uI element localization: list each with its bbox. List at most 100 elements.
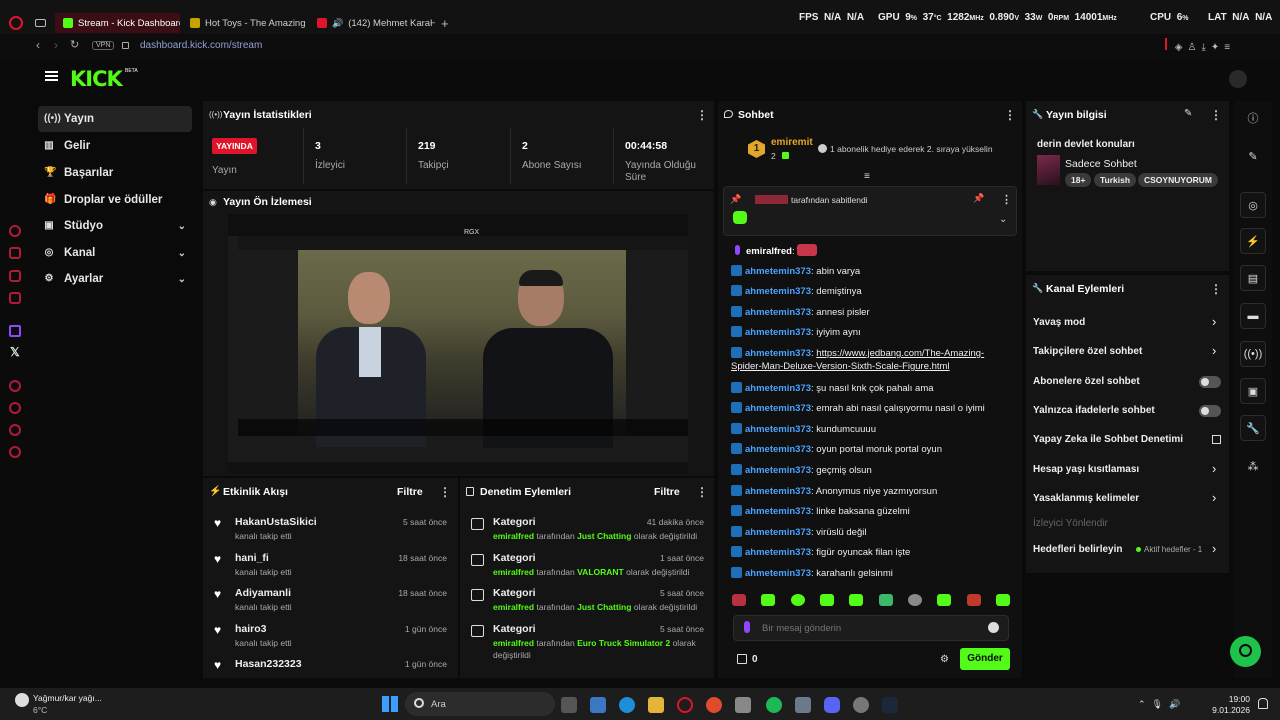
nav-item-6[interactable]: ⚙ Ayarlar ⌄ bbox=[38, 266, 192, 292]
chat-username[interactable]: emiralfred bbox=[746, 246, 792, 257]
tab-kick-dashboard[interactable]: Stream - Kick Dashboard bbox=[55, 13, 180, 33]
edge-app-icon-5[interactable] bbox=[9, 380, 21, 392]
tools-icon[interactable]: 🔧 bbox=[1240, 415, 1266, 441]
stream-info-menu-icon[interactable]: ⋮ bbox=[1210, 108, 1222, 122]
channel-action-5[interactable]: Hesap yaşı kısıtlaması bbox=[1033, 464, 1139, 475]
chat-link-continued[interactable]: Spider-Man-Deluxe-Version-Sixth-Scale-Fi… bbox=[731, 361, 950, 372]
lock-icon[interactable] bbox=[122, 42, 129, 49]
channel-actions-menu-icon[interactable]: ⋮ bbox=[1210, 282, 1222, 296]
chat-username[interactable]: ahmetemin373 bbox=[745, 327, 811, 338]
chevron-right-icon[interactable]: › bbox=[1212, 541, 1216, 556]
emote-icon[interactable] bbox=[907, 594, 922, 606]
channel-action-2[interactable]: Abonelere özel sohbet bbox=[1033, 376, 1140, 387]
chat-username[interactable]: ahmetemin373 bbox=[745, 403, 811, 414]
chat-menu-icon[interactable]: ⋮ bbox=[1004, 108, 1016, 122]
edge-app-icon-4[interactable] bbox=[9, 292, 21, 304]
document-icon[interactable]: ▤ bbox=[1240, 265, 1266, 291]
tray-icons[interactable]: ⌃🎙🔊 bbox=[1138, 699, 1186, 710]
channel-action-4[interactable]: Yapay Zeka ile Sohbet Denetimi bbox=[1033, 434, 1183, 445]
nav-item-1[interactable]: ▥ Gelir bbox=[38, 133, 192, 159]
emoji-picker-icon[interactable] bbox=[988, 622, 999, 633]
sidebar-toggle-icon[interactable] bbox=[35, 19, 46, 27]
chat-settings-icon[interactable]: ⚙ bbox=[940, 654, 949, 665]
nav-item-5[interactable]: ◎ Kanal ⌄ bbox=[38, 240, 192, 266]
new-tab-button[interactable]: + bbox=[441, 16, 449, 31]
send-button[interactable]: Gönder bbox=[960, 648, 1010, 670]
emote-icon[interactable] bbox=[995, 594, 1010, 606]
event-filter-button[interactable]: Filtre bbox=[397, 486, 423, 498]
chat-username[interactable]: ahmetemin373 bbox=[745, 383, 811, 394]
chat-bubble-icon[interactable]: ▬ bbox=[1240, 303, 1266, 329]
emote-icon[interactable] bbox=[966, 594, 981, 606]
profile-icon[interactable]: ♙ bbox=[1187, 42, 1201, 53]
moderation-icon[interactable]: ▣ bbox=[1240, 378, 1266, 404]
edge-app-icon-6[interactable] bbox=[9, 424, 21, 436]
browser-logo-icon[interactable] bbox=[9, 16, 23, 30]
channel-action-3[interactable]: Yalnızca ifadelerle sohbet bbox=[1033, 405, 1155, 416]
widgets-icon[interactable] bbox=[590, 697, 606, 713]
emote-icon[interactable] bbox=[937, 594, 952, 606]
settings-icon[interactable] bbox=[9, 446, 21, 458]
emote-icon[interactable] bbox=[761, 594, 776, 606]
pinned-menu-icon[interactable]: ⋮ bbox=[1001, 193, 1012, 206]
chat-username[interactable]: ahmetemin373 bbox=[745, 286, 811, 297]
chat-username[interactable]: ahmetemin373 bbox=[745, 527, 811, 538]
weather-icon[interactable] bbox=[15, 693, 29, 707]
user-avatar[interactable] bbox=[1229, 70, 1247, 88]
chevron-right-icon[interactable]: › bbox=[1212, 314, 1216, 329]
vpn-badge[interactable]: VPN bbox=[92, 41, 115, 50]
chat-username[interactable]: ahmetemin373 bbox=[745, 568, 811, 579]
chevron-down-icon[interactable]: ⌄ bbox=[178, 274, 186, 285]
channel-action-6[interactable]: Yasaklanmış kelimeler bbox=[1033, 493, 1139, 504]
edge-app-icon-2[interactable] bbox=[9, 247, 21, 259]
kick-logo[interactable]: KICK bbox=[70, 67, 123, 91]
top-gifter-name[interactable]: emiremit bbox=[771, 137, 813, 148]
spotify-icon[interactable] bbox=[766, 697, 782, 713]
emote-icon[interactable] bbox=[732, 594, 746, 606]
chrome-icon[interactable] bbox=[706, 697, 722, 713]
moderation-user[interactable]: emiralfred bbox=[493, 602, 534, 612]
steam-icon[interactable] bbox=[882, 697, 898, 713]
chat-username[interactable]: ahmetemin373 bbox=[745, 444, 811, 455]
app-icon[interactable] bbox=[795, 697, 811, 713]
emote-icon[interactable] bbox=[790, 594, 805, 606]
edge-app-icon-1[interactable] bbox=[9, 225, 21, 237]
edge-app-icon-3[interactable] bbox=[9, 270, 21, 282]
hamburger-menu-icon[interactable] bbox=[45, 71, 58, 81]
app-icon[interactable] bbox=[853, 697, 869, 713]
event-user[interactable]: Hasan232323 bbox=[235, 658, 302, 670]
x-icon[interactable]: 𝕏 bbox=[10, 345, 20, 359]
moderation-user[interactable]: emiralfred bbox=[493, 531, 534, 541]
emote-icon[interactable] bbox=[849, 594, 864, 606]
chevron-down-icon[interactable]: ⌄ bbox=[178, 221, 186, 232]
opera-gx-icon[interactable] bbox=[677, 697, 693, 713]
event-menu-icon[interactable]: ⋮ bbox=[439, 485, 451, 499]
channel-action-1[interactable]: Takipçilere özel sohbet bbox=[1033, 346, 1142, 357]
start-icon[interactable] bbox=[382, 696, 398, 712]
chat-username[interactable]: ahmetemin373 bbox=[745, 307, 811, 318]
tag-turkish[interactable]: Turkish bbox=[1094, 173, 1137, 187]
event-user[interactable]: hani_fi bbox=[235, 552, 269, 564]
store-icon[interactable] bbox=[735, 697, 751, 713]
nav-item-0[interactable]: ((•)) Yayın bbox=[38, 106, 192, 132]
chat-username[interactable]: ahmetemin373 bbox=[745, 424, 811, 435]
lightning-icon[interactable]: ⚡ bbox=[1240, 228, 1266, 254]
broadcast-icon[interactable]: ((•)) bbox=[1240, 341, 1266, 367]
pencil-icon[interactable]: ✎ bbox=[1240, 143, 1266, 169]
download-icon[interactable]: ⤓ bbox=[1201, 42, 1210, 53]
notification-icon[interactable] bbox=[1258, 698, 1268, 709]
weather-text[interactable]: Yağmur/kar yağı... bbox=[33, 693, 102, 703]
external-link-icon[interactable] bbox=[1212, 435, 1221, 444]
back-icon[interactable]: ‹ bbox=[36, 38, 40, 52]
event-user[interactable]: HakanUstaSikici bbox=[235, 516, 317, 528]
pinned-expand-icon[interactable]: ⌄ bbox=[999, 214, 1007, 225]
chat-username[interactable]: ahmetemin373 bbox=[745, 348, 811, 359]
emote-icon[interactable] bbox=[819, 594, 834, 606]
event-user[interactable]: Adiyamanli bbox=[235, 587, 291, 599]
toggle-switch[interactable] bbox=[1199, 376, 1221, 388]
menu-icon[interactable]: ≡ bbox=[1224, 42, 1235, 53]
tag-18plus[interactable]: 18+ bbox=[1065, 173, 1092, 187]
unpin-icon[interactable]: 📌 bbox=[973, 193, 984, 204]
chevron-right-icon[interactable]: › bbox=[1212, 461, 1216, 476]
discord-icon[interactable] bbox=[824, 697, 840, 713]
